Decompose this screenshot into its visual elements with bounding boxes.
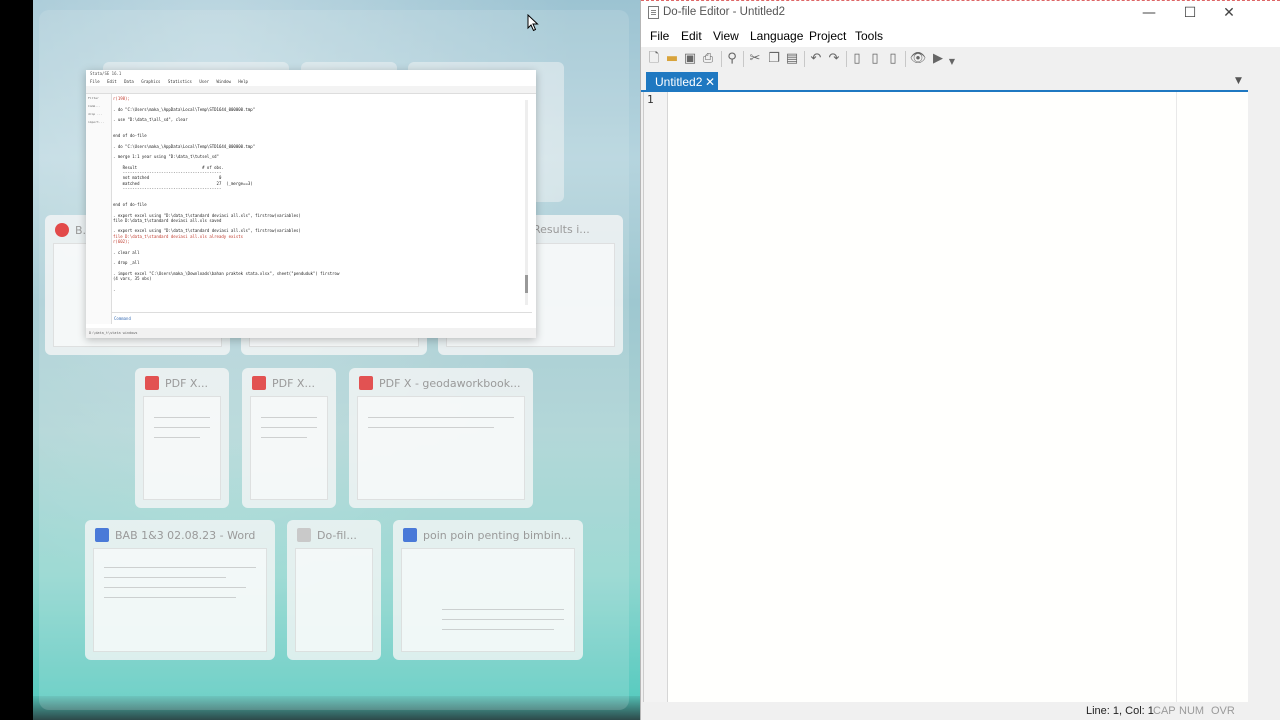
stata-results-pane: r(198); . do "C:\Users\maka_\AppData\Loc… xyxy=(113,94,524,310)
find-icon[interactable]: ⚲ xyxy=(723,50,741,68)
undo-icon[interactable]: ↶ xyxy=(807,50,825,68)
menu-bar: File Edit View Language Project Tools xyxy=(641,26,1280,47)
new-file-icon[interactable]: 🗋 xyxy=(645,50,663,68)
cut-icon[interactable]: ✂ xyxy=(746,50,764,68)
pdf-icon xyxy=(252,376,266,390)
results-line: . xyxy=(113,286,116,292)
toolbar: 🗋 ▬ ▣ ⎙ ⚲ ✂ ❐ ▤ ↶ ↷ ▯ ▯ ▯ 👁 ▶ ▼ xyxy=(641,47,1280,71)
menu-tools[interactable]: Tools xyxy=(855,29,883,43)
menu-project[interactable]: Project xyxy=(809,29,846,43)
app-icon xyxy=(55,223,69,237)
thumbnail-preview xyxy=(357,396,525,500)
window-thumbnail[interactable]: PDF X... xyxy=(135,368,229,508)
stata-menu-item: User xyxy=(199,79,210,84)
window-thumbnail[interactable]: BAB 1&3 02.08.23 - Word xyxy=(85,520,275,660)
thumbnail-title: PDF X... xyxy=(272,377,315,390)
stata-status-bar: D:\data_t\stata windows xyxy=(86,328,536,338)
code-editor[interactable]: 1 xyxy=(643,92,1248,702)
window-thumbnail[interactable]: PDF X - geodaworkbook... xyxy=(349,368,533,508)
snap-assist-area: B... Results i... PDF X... PDF X... PDF … xyxy=(33,0,640,720)
title-bar[interactable]: Do-file Editor - Untitled2 — ☐ ✕ xyxy=(641,0,1280,26)
stata-results-scrollbar xyxy=(525,100,528,305)
tab-list-chevron-icon[interactable]: ▼ xyxy=(1235,76,1242,86)
overwrite-indicator: OVR xyxy=(1211,705,1235,717)
caps-indicator: CAP xyxy=(1153,705,1176,717)
word-icon xyxy=(95,528,109,542)
tab-untitled2[interactable]: Untitled2 ✕ xyxy=(646,72,718,92)
num-indicator: NUM xyxy=(1179,705,1205,717)
save-icon[interactable]: ▣ xyxy=(681,50,699,68)
history-item: drop ... xyxy=(88,112,103,116)
thumbnail-preview xyxy=(295,548,373,652)
dofile-icon xyxy=(297,528,311,542)
window-thumbnail[interactable]: Do-fil... xyxy=(287,520,381,660)
stata-menu-item: File xyxy=(90,79,100,84)
chevron-down-icon[interactable]: ▼ xyxy=(943,53,961,71)
thumbnail-title: Do-fil... xyxy=(317,529,357,542)
window-top-border xyxy=(641,0,1280,1)
pdf-icon xyxy=(145,376,159,390)
redo-icon[interactable]: ↷ xyxy=(825,50,843,68)
thumbnail-title: poin poin penting bimbin... xyxy=(423,529,572,542)
line-number: 1 xyxy=(647,93,654,106)
stata-menu-bar: File Edit Data Graphics Statistics User … xyxy=(86,78,536,86)
maximize-button[interactable]: ☐ xyxy=(1170,0,1210,26)
tab-close-icon[interactable]: ✕ xyxy=(705,72,715,92)
window-thumbnail[interactable]: poin poin penting bimbin... xyxy=(393,520,583,660)
stata-command-label: Command xyxy=(112,312,532,324)
stata-window-thumbnail[interactable]: Stata/SE 16.1 File Edit Data Graphics St… xyxy=(86,70,536,338)
stata-menu-item: Window xyxy=(216,79,231,84)
stata-menu-item: Statistics xyxy=(167,79,192,84)
bookmark-next-icon[interactable]: ▯ xyxy=(884,50,902,68)
mouse-pointer-icon xyxy=(527,14,539,32)
tab-strip: Untitled2 ✕ xyxy=(641,71,1248,92)
bookmark-icon[interactable]: ▯ xyxy=(848,50,866,68)
menu-view[interactable]: View xyxy=(713,29,739,43)
edge-guide xyxy=(1176,92,1177,702)
window-thumbnail[interactable]: PDF X... xyxy=(242,368,336,508)
stata-menu-item: Graphics xyxy=(141,79,161,84)
bookmark-prev-icon[interactable]: ▯ xyxy=(866,50,884,68)
status-bar: Line: 1, Col: 1 CAP NUM OVR xyxy=(641,702,1280,720)
thumbnail-title: PDF X... xyxy=(165,377,208,390)
thumbnail-title: BAB 1&3 02.08.23 - Word xyxy=(115,529,256,542)
stata-title: Stata/SE 16.1 xyxy=(90,71,122,76)
pdf-icon xyxy=(359,376,373,390)
history-item: import... xyxy=(88,120,105,124)
menu-file[interactable]: File xyxy=(650,29,669,43)
open-folder-icon[interactable]: ▬ xyxy=(663,50,681,68)
stata-history-pane: Filter Comm... drop ... import... xyxy=(86,94,112,324)
thumbnail-title: Results i... xyxy=(533,223,590,236)
stata-menu-item: Help xyxy=(238,79,248,84)
menu-edit[interactable]: Edit xyxy=(681,29,702,43)
thumbnail-preview xyxy=(143,396,221,500)
cursor-position: Line: 1, Col: 1 xyxy=(1086,705,1154,717)
dofile-app-icon xyxy=(648,6,659,19)
line-number-gutter: 1 xyxy=(644,92,668,702)
thumbnail-preview xyxy=(401,548,575,652)
minimize-button[interactable]: — xyxy=(1129,0,1169,26)
close-button[interactable]: ✕ xyxy=(1209,0,1249,26)
print-icon[interactable]: ⎙ xyxy=(699,50,717,68)
stata-menu-item: Data xyxy=(124,79,134,84)
preview-icon[interactable]: 👁 xyxy=(909,50,927,68)
stata-toolbar xyxy=(86,86,536,94)
history-item: Comm... xyxy=(88,104,101,108)
stata-menu-item: Edit xyxy=(107,79,117,84)
history-item: Filter xyxy=(88,96,99,100)
thumbnail-preview xyxy=(93,548,267,652)
thumbnail-preview xyxy=(250,396,328,500)
word-icon xyxy=(403,528,417,542)
thumbnail-title: PDF X - geodaworkbook... xyxy=(379,377,521,390)
dofile-editor-window: Do-file Editor - Untitled2 — ☐ ✕ File Ed… xyxy=(640,0,1280,720)
copy-icon[interactable]: ❐ xyxy=(765,50,783,68)
paste-icon[interactable]: ▤ xyxy=(783,50,801,68)
menu-language[interactable]: Language xyxy=(750,29,803,43)
tab-label: Untitled2 xyxy=(655,75,703,89)
window-title: Do-file Editor - Untitled2 xyxy=(663,6,786,18)
